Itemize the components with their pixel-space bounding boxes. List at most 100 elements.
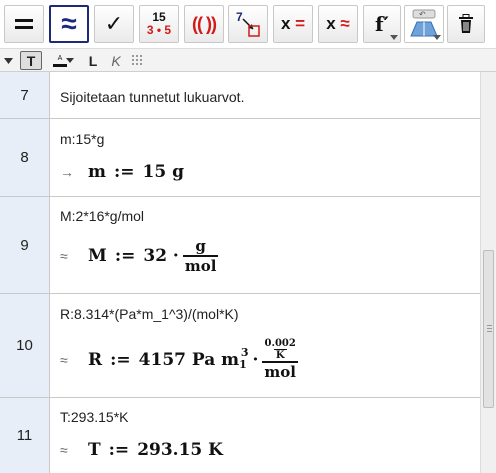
- grip-line: [487, 331, 492, 332]
- output-assign: :=: [114, 246, 136, 266]
- italic-label: K: [111, 52, 121, 69]
- grip-line: [487, 328, 492, 329]
- grid-icon: [132, 54, 142, 65]
- output-rhs: 15 g: [142, 162, 184, 182]
- table-format-button[interactable]: [130, 51, 146, 70]
- cas-row-11[interactable]: 11 T:293.15*K ≈ T := 293.15 K: [0, 398, 480, 473]
- row-number[interactable]: 11: [0, 398, 50, 473]
- color-swatch: [53, 63, 67, 67]
- cas-toolbar: ≈ ✓ 15 3 • 5 (( )) 7 x = x ≈ f′ ↶: [0, 0, 496, 48]
- delete-button[interactable]: [447, 5, 485, 43]
- output-formula: M := 32 · g mol: [88, 237, 219, 275]
- output-assign: :=: [110, 349, 131, 370]
- cas-cell[interactable]: T:293.15*K ≈ T := 293.15 K: [50, 398, 480, 473]
- derivative-button[interactable]: f′: [363, 5, 401, 43]
- text-color-button[interactable]: A: [46, 51, 74, 70]
- equals-icon: [15, 19, 33, 29]
- cell-output: → m := 15 g: [60, 162, 184, 182]
- cell-input-text: T:293.15*K: [60, 409, 129, 425]
- output-lhs: R: [88, 349, 103, 370]
- output-formula: m := 15 g: [88, 162, 184, 182]
- row-number[interactable]: 7: [0, 72, 50, 118]
- evaluate-button[interactable]: [4, 5, 44, 43]
- fraction-numerator: g: [195, 237, 206, 255]
- cell-input-text: M:2*16*g/mol: [60, 208, 145, 224]
- cell-output: ≈ M := 32 · g mol: [60, 237, 219, 275]
- output-formula: T := 293.15 K: [88, 440, 223, 460]
- cell-input-text: R:8.314*(Pa*m_1^3)/(mol*K): [60, 306, 239, 322]
- substitute-icon: 7: [236, 10, 260, 37]
- nested-denominator: K: [273, 349, 287, 361]
- svg-text:7: 7: [236, 10, 243, 24]
- output-assign: :=: [114, 162, 135, 182]
- cas-row-9[interactable]: 9 M:2*16*g/mol ≈ M := 32 · g mol: [0, 197, 480, 294]
- row-number[interactable]: 10: [0, 294, 50, 397]
- output-rhs: 4157 Pa m: [138, 349, 240, 370]
- cas-row-7[interactable]: 7 Sijoitetaan tunnetut lukuarvot.: [0, 72, 480, 119]
- solve-icon: x =: [280, 14, 306, 33]
- chevron-down-icon: [66, 58, 74, 63]
- factor-button[interactable]: 15 3 • 5: [139, 5, 179, 43]
- approx-prefix-icon: ≈: [60, 248, 68, 264]
- cas-cell[interactable]: m:15*g → m := 15 g: [50, 119, 480, 196]
- output-dot: ·: [252, 349, 259, 370]
- cas-table: 7 Sijoitetaan tunnetut lukuarvot. 8 m:15…: [0, 72, 480, 473]
- stylebar-toggle[interactable]: [3, 51, 13, 70]
- text-style-label: T: [26, 52, 36, 69]
- svg-text:↶: ↶: [418, 10, 426, 19]
- substitute-button[interactable]: 7: [228, 5, 268, 43]
- text-style-button[interactable]: T: [20, 51, 42, 70]
- cas-cell[interactable]: Sijoitetaan tunnetut lukuarvot.: [50, 72, 480, 118]
- chevron-down-icon: [433, 35, 441, 40]
- cell-output: ≈ T := 293.15 K: [60, 440, 223, 460]
- italic-button[interactable]: K: [109, 51, 123, 70]
- output-subscript: 1: [239, 358, 247, 371]
- solve-numerically-button[interactable]: x ≈: [318, 5, 358, 43]
- approx-prefix-icon: ≈: [60, 351, 68, 368]
- cas-row-10[interactable]: 10 R:8.314*(Pa*m_1^3)/(mol*K) ≈ R := 415…: [0, 294, 480, 398]
- output-lhs: T: [88, 440, 101, 460]
- solve-button[interactable]: x =: [273, 5, 313, 43]
- output-rhs: 293.15 K: [137, 440, 223, 460]
- grip-line: [487, 325, 492, 326]
- fraction-denominator: mol: [262, 361, 298, 381]
- vertical-scrollbar[interactable]: [480, 72, 496, 473]
- nested-fraction: 0.002 K: [263, 338, 298, 361]
- output-fraction: 0.002 K mol: [262, 338, 298, 381]
- fraction-denominator: mol: [182, 255, 219, 275]
- checkmark-icon: ✓: [104, 11, 124, 36]
- derivative-icon: f′: [375, 12, 389, 36]
- trash-icon: [459, 14, 473, 33]
- keep-input-button[interactable]: ✓: [94, 5, 134, 43]
- bold-button[interactable]: L: [86, 51, 100, 70]
- expand-button[interactable]: (( )): [184, 5, 224, 43]
- text-color-label: A: [57, 54, 63, 62]
- cas-row-8[interactable]: 8 m:15*g → m := 15 g: [0, 119, 480, 197]
- cas-cell[interactable]: M:2*16*g/mol ≈ M := 32 · g mol: [50, 197, 480, 293]
- output-superscript: 3: [240, 346, 249, 359]
- undo-dropdown-button[interactable]: ↶: [404, 5, 444, 43]
- output-lhs: M: [88, 246, 107, 266]
- bold-label: L: [88, 52, 98, 69]
- numeric-button[interactable]: ≈: [49, 5, 89, 43]
- output-fraction: g mol: [182, 237, 219, 275]
- approx-icon: ≈: [61, 8, 77, 39]
- nested-numerator: 0.002: [264, 338, 296, 349]
- output-formula: R := 4157 Pa m 1 3 · 0.002 K mol: [88, 338, 298, 381]
- output-assign: :=: [108, 440, 130, 460]
- triangle-down-icon: [3, 57, 13, 64]
- cell-output: ≈ R := 4157 Pa m 1 3 · 0.002 K mol: [60, 338, 298, 381]
- style-bar: T A L K: [0, 48, 496, 72]
- scrollbar-thumb[interactable]: [483, 250, 494, 408]
- row-number[interactable]: 9: [0, 197, 50, 293]
- output-lhs: m: [88, 162, 106, 182]
- cell-input-text: Sijoitetaan tunnetut lukuarvot.: [60, 89, 245, 105]
- cas-cell[interactable]: R:8.314*(Pa*m_1^3)/(mol*K) ≈ R := 4157 P…: [50, 294, 480, 397]
- chevron-down-icon: [390, 35, 398, 40]
- approx-prefix-icon: ≈: [60, 442, 68, 458]
- parentheses-icon: (( )): [192, 13, 217, 34]
- row-number[interactable]: 8: [0, 119, 50, 196]
- evaluate-arrow-icon: →: [60, 164, 74, 180]
- factor-bottom-label: 3 • 5: [146, 23, 172, 37]
- cell-input-text: m:15*g: [60, 131, 105, 147]
